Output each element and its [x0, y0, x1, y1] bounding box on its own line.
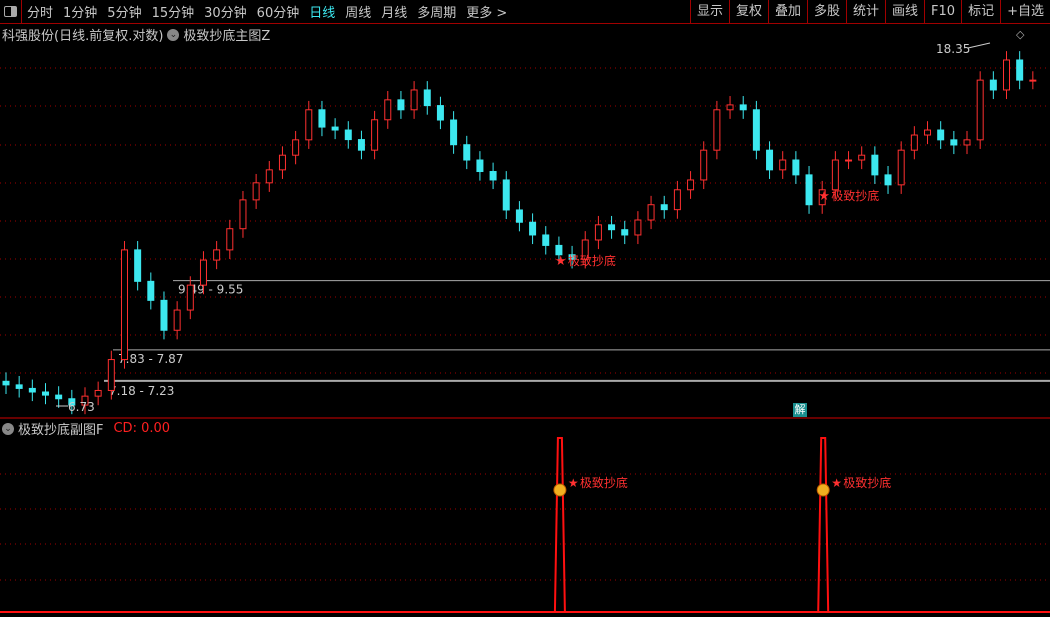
- candle-body: [423, 89, 431, 107]
- signal-spike: [550, 437, 569, 613]
- min-price-label: 6.73: [68, 400, 95, 414]
- candle-body: [910, 134, 918, 151]
- candle-body: [147, 280, 155, 301]
- candle-body: [344, 129, 352, 141]
- candle-body: [766, 149, 774, 171]
- candle-body: [199, 259, 207, 286]
- candle-body: [924, 129, 932, 136]
- candle-body: [278, 154, 286, 171]
- candle-body: [1003, 59, 1011, 91]
- candle-body: [489, 171, 497, 181]
- candle-body: [634, 219, 642, 236]
- star-icon: ★: [831, 476, 842, 490]
- candle-body: [897, 149, 905, 186]
- candle-body: [660, 204, 668, 211]
- candle-body: [502, 179, 510, 211]
- candle-body: [265, 169, 273, 184]
- candle-body: [410, 89, 418, 111]
- candle-body: [318, 109, 326, 128]
- candle-body: [805, 174, 813, 206]
- candle-body: [647, 204, 655, 221]
- candle-body: [357, 139, 365, 151]
- candle-body: [752, 109, 760, 151]
- candle-body: [989, 79, 997, 91]
- signal-label: 极致抄底: [568, 253, 616, 268]
- star-icon: ★: [555, 254, 567, 269]
- candle-body: [845, 159, 853, 162]
- diamond-icon: ◇: [1016, 28, 1025, 41]
- max-price-label: 18.35: [936, 42, 970, 56]
- candle-body: [239, 199, 247, 230]
- candle-body: [384, 99, 392, 121]
- price-range-label: 7.18 - 7.23: [109, 384, 174, 398]
- candle-body: [463, 144, 471, 161]
- candle-body: [134, 249, 142, 282]
- candle-body: [713, 109, 721, 151]
- star-icon: ★: [568, 476, 579, 490]
- candle-body: [213, 249, 221, 261]
- candle-body: [28, 387, 36, 393]
- candle-body: [120, 249, 128, 361]
- candle-body: [371, 119, 379, 151]
- candle-body: [673, 189, 681, 211]
- signal-coin-icon: [553, 483, 567, 497]
- candle-body: [594, 224, 602, 241]
- candle-body: [779, 159, 787, 171]
- candle-body: [160, 299, 168, 331]
- candle-body: [173, 309, 181, 331]
- candle-body: [529, 221, 537, 236]
- candle-body: [739, 104, 747, 111]
- candle-body: [55, 394, 63, 400]
- candle-body: [726, 104, 734, 111]
- candle-body: [2, 380, 10, 386]
- candle-body: [515, 209, 523, 223]
- candle-body: [331, 126, 339, 131]
- candle-body: [950, 139, 958, 146]
- star-icon: ★: [818, 189, 830, 204]
- candle-body: [1029, 79, 1037, 82]
- candle-body: [884, 174, 892, 186]
- candle-body: [41, 391, 49, 396]
- signal-label: 极致抄底: [831, 188, 879, 203]
- sub-signal-label: 极致抄底: [843, 475, 891, 490]
- candle-body: [608, 224, 616, 231]
- candle-body: [687, 179, 695, 191]
- candle-body: [792, 159, 800, 176]
- candle-body: [976, 79, 984, 141]
- signal-coin-icon: [816, 483, 830, 497]
- sub-signal-label: 极致抄底: [580, 475, 628, 490]
- candle-body: [450, 119, 458, 146]
- candle-body: [15, 384, 23, 389]
- max-arrow: [967, 42, 991, 49]
- candle-body: [700, 149, 708, 181]
- candle-body: [226, 228, 234, 251]
- candle-body: [94, 389, 102, 397]
- candle-body: [292, 139, 300, 156]
- signal-spike: [814, 437, 833, 613]
- candle-body: [252, 182, 260, 201]
- candle-body: [937, 129, 945, 141]
- candle-body: [871, 154, 879, 176]
- candle-body: [542, 234, 550, 246]
- candle-body: [858, 154, 866, 161]
- candle-body: [963, 139, 971, 146]
- candle-body: [1016, 59, 1024, 81]
- jie-button[interactable]: 解: [793, 403, 807, 417]
- candle-body: [621, 229, 629, 236]
- candle-body: [107, 359, 115, 391]
- candle-body: [831, 159, 839, 191]
- candle-body: [476, 159, 484, 173]
- candle-body: [436, 105, 444, 121]
- candle-body: [186, 284, 194, 311]
- candlestick-chart[interactable]: 9.49 - 9.557.83 - 7.877.18 - 7.2318.356.…: [0, 0, 1050, 617]
- candle-body: [397, 99, 405, 111]
- candle-body: [305, 109, 313, 141]
